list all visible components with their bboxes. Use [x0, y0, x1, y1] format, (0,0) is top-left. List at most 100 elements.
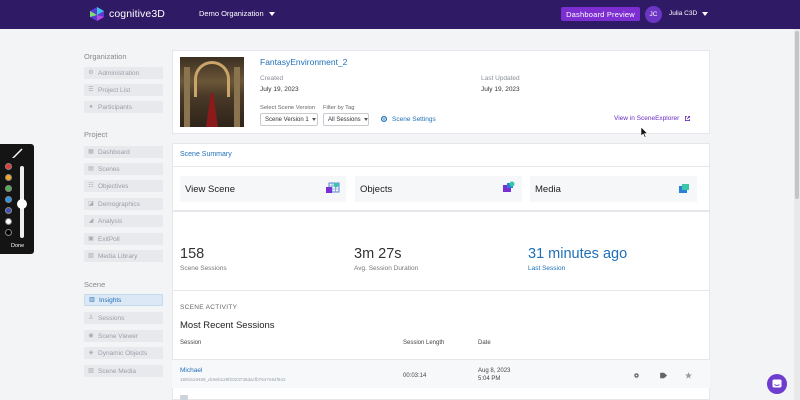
scene-sessions-value: 158: [180, 246, 205, 262]
objects-tile[interactable]: Objects: [355, 176, 522, 202]
logo-icon: [90, 7, 104, 21]
demographics-icon: ◪: [88, 201, 94, 207]
view-in-sceneexplorer-link[interactable]: View in SceneExplorer: [614, 115, 691, 122]
sidebar-header-project: Project: [84, 130, 108, 139]
last-updated-label: Last Updated: [481, 75, 520, 82]
sidebar-item-label: Media Library: [98, 252, 138, 260]
sidebar-item-exitpoll[interactable]: ▣ ExitPoll: [84, 233, 163, 245]
organization-dropdown[interactable]: Demo Organization: [199, 9, 275, 18]
session-participant-name[interactable]: Michael: [180, 367, 202, 374]
color-swatch-indigo[interactable]: [5, 207, 12, 214]
filter-tag-select[interactable]: All Sessions: [323, 113, 369, 126]
sidebar-header-scene: Scene: [84, 280, 106, 289]
color-swatch-green[interactable]: [5, 185, 12, 192]
column-header-session: Session: [180, 340, 202, 346]
insights-icon: ▥: [89, 297, 95, 303]
sidebar-item-scene-media[interactable]: ▧ Scene Media: [84, 365, 163, 377]
scene-summary-title: Scene Summary: [180, 151, 232, 158]
sidebar-item-label: Scene Media: [98, 367, 136, 375]
user-menu[interactable]: Julia C3D: [669, 10, 709, 17]
color-swatch-white[interactable]: [5, 218, 12, 225]
media-icon: [679, 184, 689, 193]
media-label: Media: [535, 183, 561, 195]
star-icon[interactable]: [685, 372, 692, 379]
sidebar-item-project-list[interactable]: ☰ Project List: [84, 84, 163, 96]
mouse-cursor-icon: [641, 127, 648, 138]
scrollbar-thumb[interactable]: [795, 31, 799, 199]
scene-version-label: Select Scene Version: [260, 105, 316, 111]
organization-label: Demo Organization: [199, 9, 264, 18]
color-swatch-orange[interactable]: [5, 174, 12, 181]
sidebar-item-label: Objectives: [98, 182, 129, 190]
scene-version-select[interactable]: Scene Version 1: [260, 113, 318, 126]
objectives-icon: ☷: [88, 183, 94, 189]
media-tile[interactable]: Media: [530, 176, 697, 202]
sidebar-item-label: Demographics: [98, 200, 140, 208]
cognitive3d-logo[interactable]: cognitive3D: [88, 6, 165, 22]
sidebar-item-dashboard[interactable]: ▦ Dashboard: [84, 146, 163, 158]
tag-icon[interactable]: [660, 372, 668, 379]
view-scene-label: View Scene: [185, 183, 235, 195]
last-session-value[interactable]: 31 minutes ago: [528, 246, 627, 262]
sidebar-item-objectives[interactable]: ☷ Objectives: [84, 180, 163, 192]
scene-thumbnail[interactable]: [180, 57, 244, 127]
sidebar-item-analysis[interactable]: ◢ Analysis: [84, 215, 163, 227]
sidebar-item-scenes[interactable]: ▤ Scenes: [84, 163, 163, 175]
sidebar-item-label: Scenes: [98, 165, 120, 173]
objects-icon: [503, 181, 515, 192]
scene-sessions-label: Scene Sessions: [180, 265, 227, 272]
table-row[interactable]: [172, 360, 710, 388]
slider-knob[interactable]: [17, 199, 27, 209]
sidebar-item-dynamic-objects[interactable]: ◈ Dynamic Objects: [84, 347, 163, 359]
avg-duration-label: Avg. Session Duration: [354, 265, 419, 272]
chevron-down-icon: [702, 11, 709, 16]
dashboard-preview-button[interactable]: Dashboard Preview: [561, 7, 640, 21]
pen-icon[interactable]: [11, 147, 23, 159]
sidebar-item-administration[interactable]: ⚙ Administration: [84, 67, 163, 79]
gear-icon[interactable]: [633, 372, 640, 379]
column-header-session-length: Session Length: [403, 340, 445, 346]
done-button[interactable]: Done: [11, 243, 24, 249]
sidebar-item-label: Analysis: [98, 217, 123, 225]
scenes-icon: ▤: [88, 166, 94, 172]
sidebar-item-participants[interactable]: ● Participants: [84, 101, 163, 113]
sidebar-item-label: Participants: [98, 103, 132, 111]
user-name-label: Julia C3D: [669, 10, 698, 17]
sidebar-item-media-library[interactable]: ▧ Media Library: [84, 250, 163, 262]
color-swatch-black[interactable]: [5, 229, 12, 236]
view-scene-icon: [326, 182, 340, 193]
media-icon: ▧: [88, 253, 94, 259]
sidebar-item-label: Dashboard: [98, 148, 130, 156]
sidebar-item-scene-viewer[interactable]: ◉ Scene Viewer: [84, 330, 163, 342]
viewer-icon: ◉: [88, 333, 94, 339]
sidebar-item-insights[interactable]: ▥ Insights: [84, 294, 163, 306]
chevron-down-icon: [363, 118, 368, 121]
sidebar-item-label: Administration: [98, 69, 140, 77]
media-icon: ▧: [88, 368, 94, 374]
column-header-date: Date: [478, 340, 491, 346]
chart-icon: ◢: [88, 218, 94, 224]
color-swatch-blue[interactable]: [5, 196, 12, 203]
session-date: Aug 8, 2023: [478, 368, 511, 374]
session-id: 1691519489_dc9eb129f2023735dacfb7647e84f…: [180, 377, 286, 382]
color-swatch-red[interactable]: [5, 163, 12, 170]
sidebar-item-label: Project List: [98, 86, 131, 94]
avatar[interactable]: JC: [645, 6, 662, 23]
objects-label: Objects: [360, 183, 393, 195]
sidebar-header-organization: Organization: [84, 52, 127, 61]
logo-text: cognitive3D: [109, 8, 165, 20]
chat-icon: [772, 379, 782, 388]
scene-name[interactable]: FantasyEnvironment_2: [260, 57, 347, 67]
top-navigation-bar: cognitive3D Demo Organization Dashboard …: [0, 0, 800, 29]
sidebar-item-sessions[interactable]: ♙ Sessions: [84, 312, 163, 324]
dashboard-icon: ▦: [88, 149, 94, 155]
view-scene-tile[interactable]: View Scene: [180, 176, 346, 202]
chat-launcher-button[interactable]: [767, 374, 787, 394]
sidebar-item-demographics[interactable]: ◪ Demographics: [84, 198, 163, 210]
next-row-partial: [180, 395, 188, 400]
session-length: 00:03:14: [403, 373, 427, 379]
last-session-label[interactable]: Last Session: [528, 265, 565, 272]
gear-icon: [380, 115, 388, 123]
filter-tag-value: All Sessions: [328, 116, 361, 123]
scene-settings-link[interactable]: Scene Settings: [380, 115, 436, 123]
